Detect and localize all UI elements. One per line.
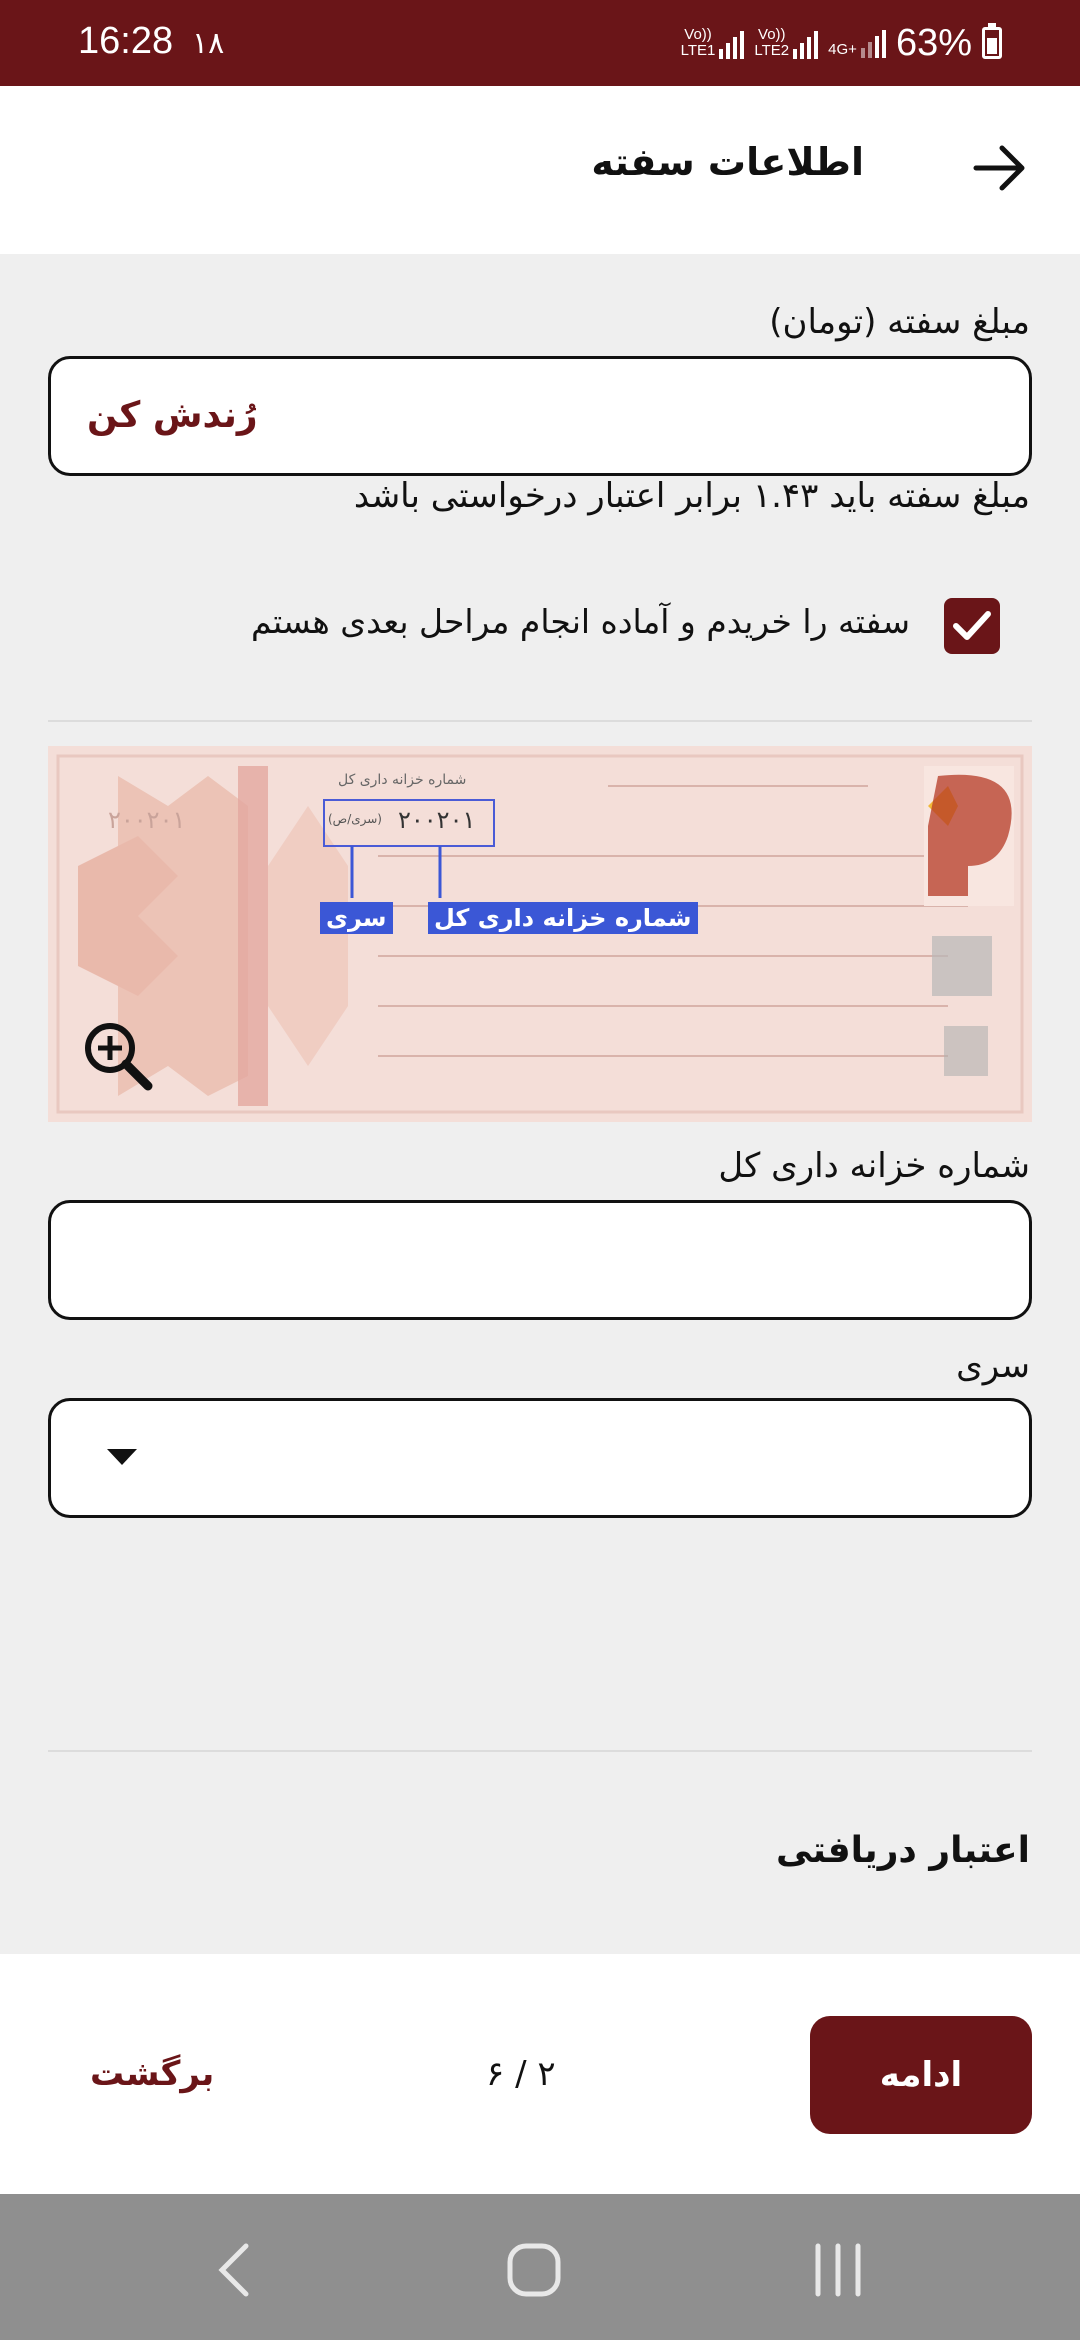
bottom-action-bar: ادامه ۲ / ۶ برگشت	[0, 1954, 1080, 2194]
sim2-signal: Vo)) LTE2	[754, 26, 819, 59]
signal-icon	[860, 28, 886, 58]
amount-hint: مبلغ سفته باید ۱.۴۳ برابر اعتبار درخواست…	[353, 476, 1030, 516]
amount-input[interactable]: رُندش کن	[48, 356, 1032, 476]
chevron-down-icon	[107, 1449, 137, 1465]
battery-percent: 63%	[895, 21, 972, 64]
network-indicator: 4G+	[828, 28, 886, 58]
serial-left: ۲۰۰۲۰۱	[108, 806, 186, 834]
confirm-checkbox[interactable]	[944, 598, 1000, 654]
credit-label: اعتبار دریافتی	[775, 1830, 1030, 1871]
system-nav-bar	[0, 2194, 1080, 2340]
treasury-callout: شماره خزانه داری کل	[428, 902, 698, 934]
network-type: 4G+	[828, 41, 857, 58]
amount-label: مبلغ سفته (تومان)	[769, 302, 1030, 342]
app-bar: اطلاعات سفته	[0, 86, 1080, 254]
serial-printed: ۲۰۰۲۰۱	[398, 806, 476, 834]
promissory-illustration	[48, 746, 1032, 1122]
step-indicator: ۲ / ۶	[486, 2054, 556, 2094]
sample-mini-title: شماره خزانه داری کل	[338, 772, 467, 788]
signal-icon	[793, 29, 819, 59]
nav-recents-icon[interactable]	[812, 2242, 864, 2298]
notification-count: ۱۸	[192, 26, 225, 61]
treasury-input[interactable]	[48, 1200, 1032, 1320]
series-select[interactable]	[48, 1398, 1032, 1518]
divider	[48, 1750, 1032, 1752]
divider	[48, 720, 1032, 722]
treasury-label: شماره خزانه داری کل	[718, 1146, 1030, 1186]
sample-mini-series: (سری/ص)	[328, 812, 382, 826]
sim1-signal: Vo)) LTE1	[681, 27, 745, 59]
status-bar: 16:28 ۱۸ Vo)) LTE1 Vo)) LTE2 4G+ 63%	[0, 0, 1080, 86]
series-label: سری	[956, 1346, 1030, 1386]
sample-promissory-image[interactable]: سری شماره خزانه داری کل ۲۰۰۲۰۱ ۲۰۰۲۰۱ شم…	[48, 746, 1032, 1122]
sim2-label: Vo)) LTE2	[754, 26, 790, 59]
page-title: اطلاعات سفته	[591, 140, 864, 184]
back-button[interactable]: برگشت	[90, 2054, 214, 2094]
zoom-in-icon[interactable]	[78, 1016, 158, 1096]
back-arrow-icon[interactable]	[968, 136, 1032, 200]
nav-home-icon[interactable]	[506, 2242, 562, 2298]
sim1-label: Vo)) LTE1	[680, 26, 716, 59]
status-time: 16:28	[78, 20, 174, 62]
round-amount-button[interactable]: رُندش کن	[87, 395, 258, 436]
battery-icon	[982, 23, 1002, 59]
continue-button[interactable]: ادامه	[810, 2016, 1032, 2134]
confirm-label: سفته را خریدم و آماده انجام مراحل بعدی ه…	[251, 602, 910, 641]
nav-back-icon[interactable]	[214, 2242, 254, 2298]
signal-icon	[719, 29, 745, 59]
series-callout: سری	[320, 902, 393, 934]
status-icons: Vo)) LTE1 Vo)) LTE2 4G+ 63%	[681, 18, 1002, 68]
check-icon	[953, 611, 991, 640]
